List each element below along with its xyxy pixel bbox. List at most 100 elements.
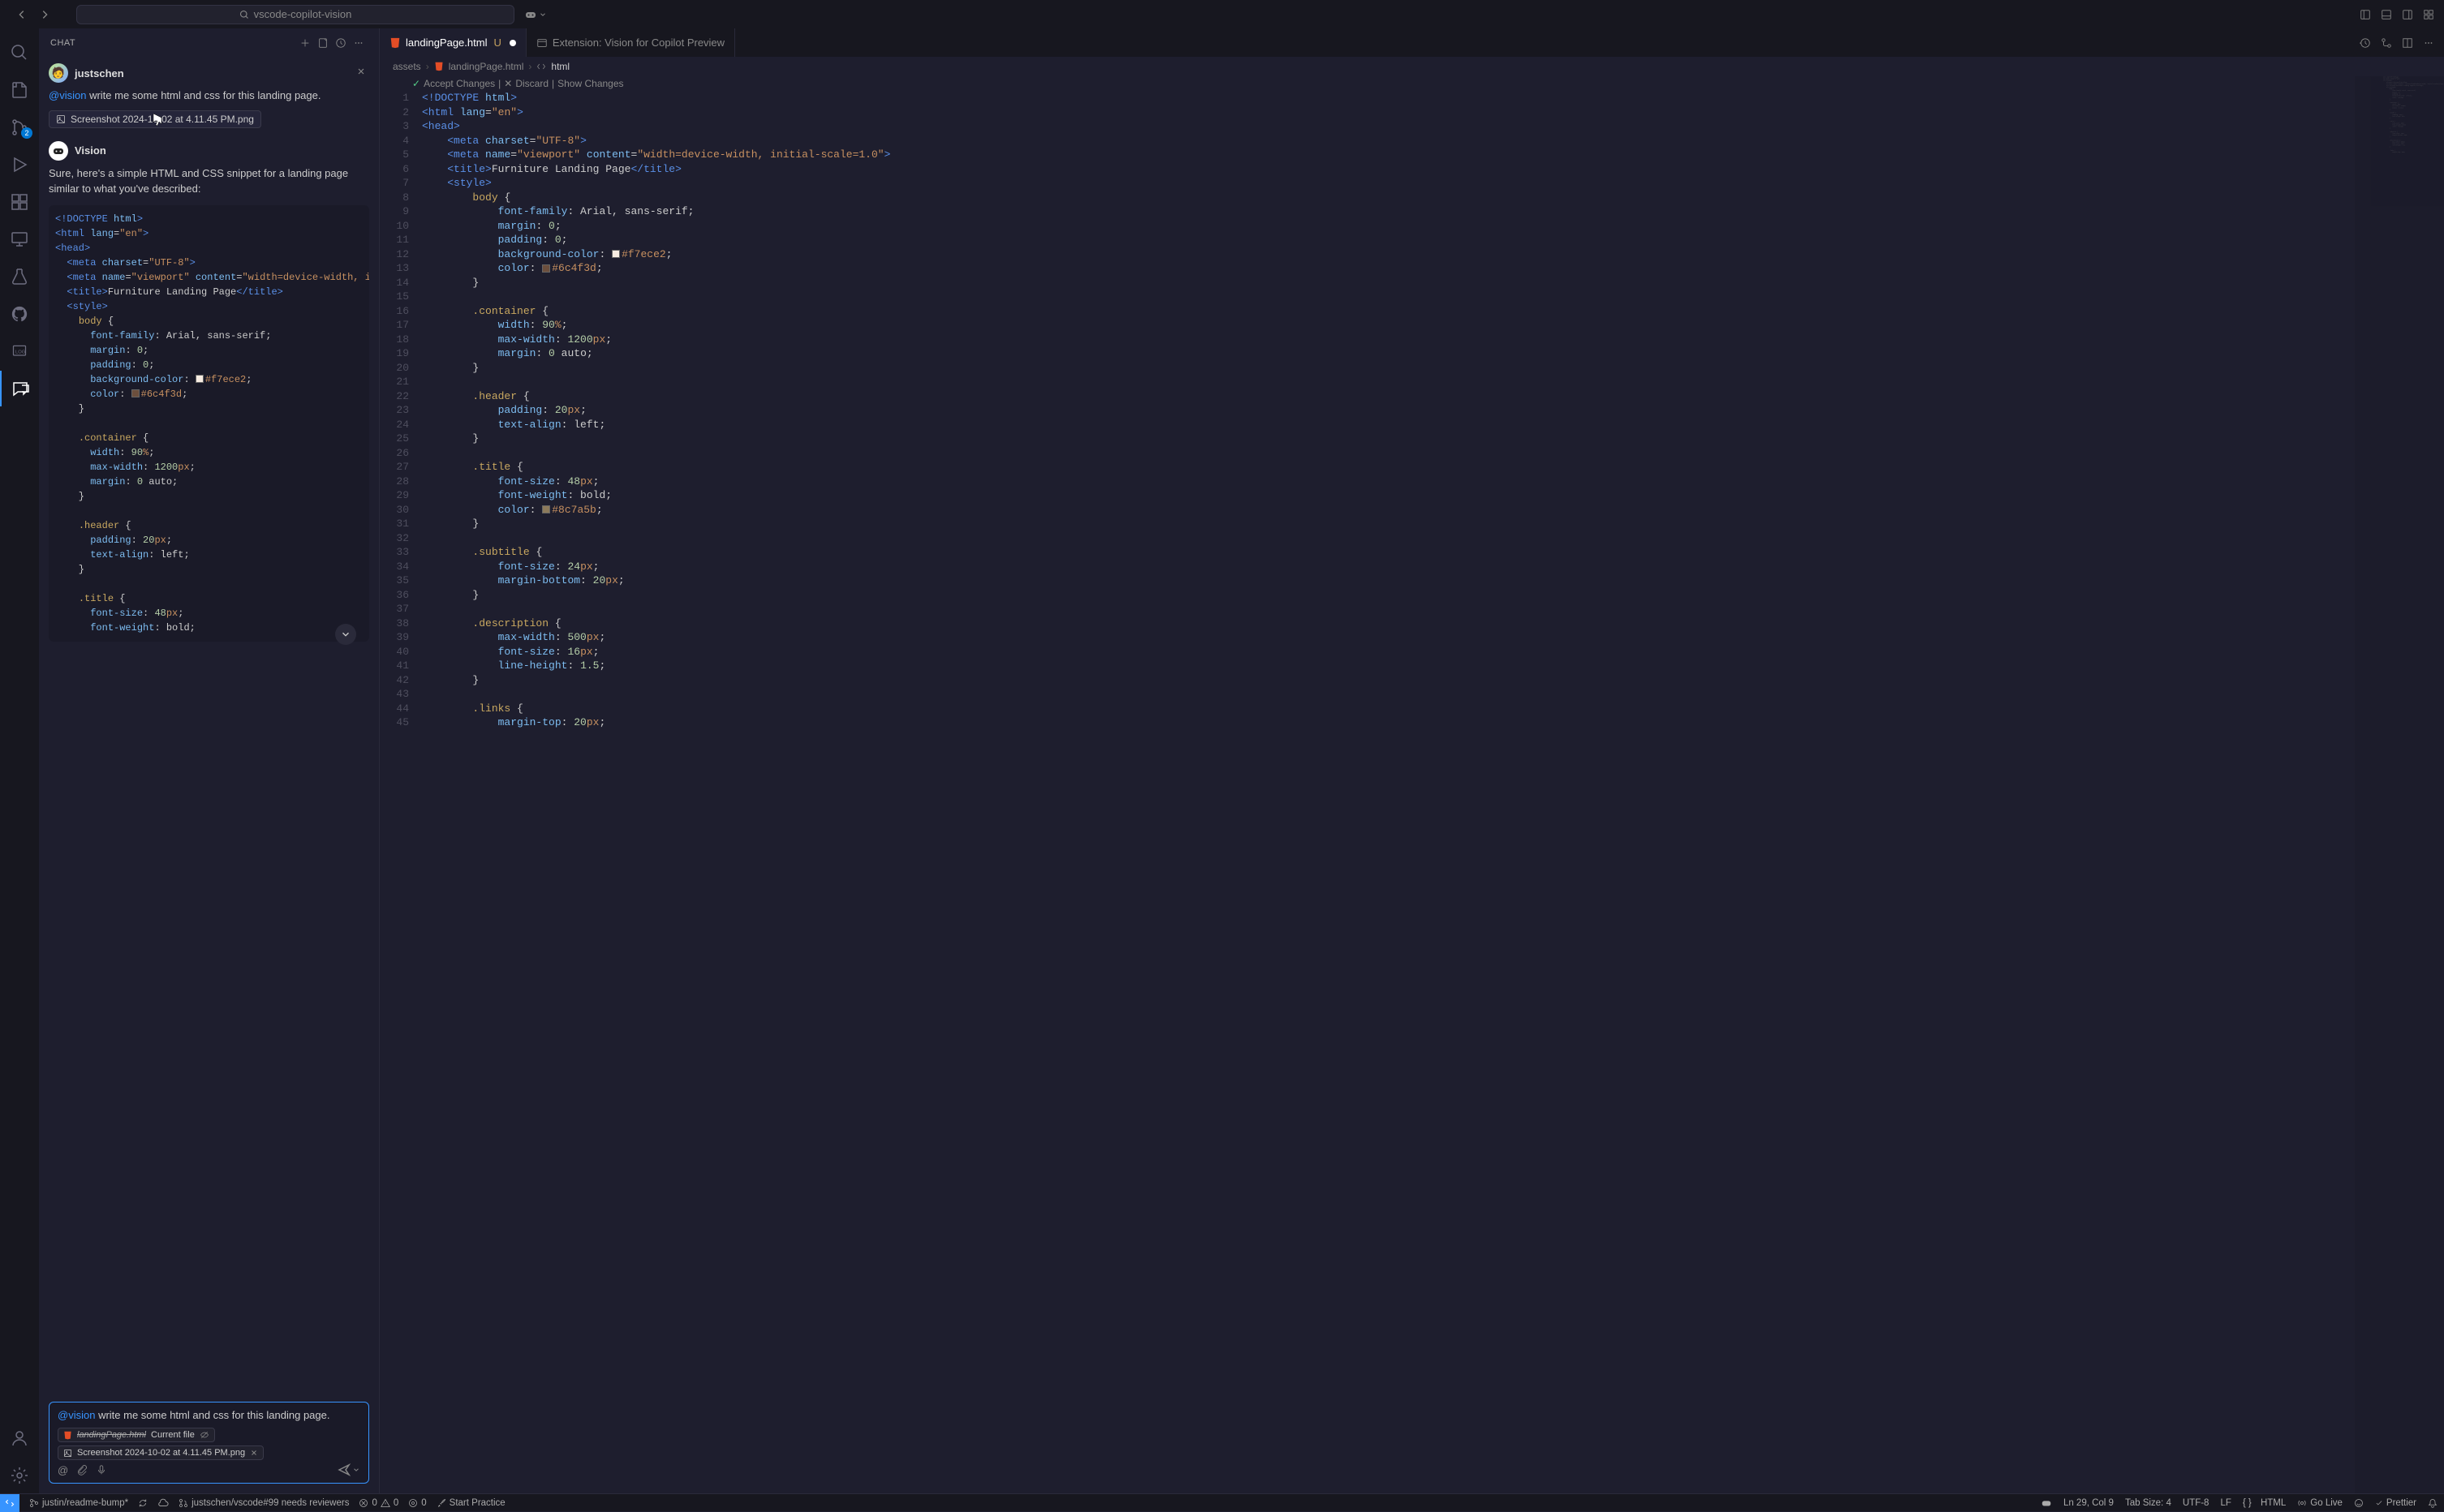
crumb[interactable]: landingPage.html: [449, 61, 524, 72]
accept-changes-button[interactable]: Accept Changes: [424, 78, 495, 89]
titlebar: vscode-copilot-vision: [0, 0, 2444, 28]
code-editor[interactable]: 1234567891011121314151617181920212223242…: [380, 91, 2444, 1493]
voice-button[interactable]: [96, 1464, 107, 1475]
image-icon: [56, 114, 66, 124]
current-file-chip[interactable]: landingPage.html Current file: [58, 1428, 215, 1442]
chat-more-button[interactable]: [350, 34, 368, 52]
chip-filename: Screenshot 2024-10-02 at 4.11.45 PM.png: [77, 1448, 245, 1458]
discard-changes-button[interactable]: Discard: [515, 78, 549, 89]
activity-accounts[interactable]: [0, 1420, 39, 1456]
status-prettier[interactable]: Prettier: [2375, 1498, 2416, 1508]
status-ports[interactable]: 0: [408, 1498, 426, 1508]
status-notifications[interactable]: [2428, 1498, 2438, 1508]
command-center-text: vscode-copilot-vision: [254, 8, 352, 20]
remove-chip-button[interactable]: [250, 1449, 258, 1457]
input-mention[interactable]: @vision: [58, 1409, 95, 1421]
status-pr[interactable]: justschen/vscode#99 needs reviewers: [179, 1498, 349, 1508]
status-eol[interactable]: LF: [2220, 1498, 2231, 1508]
check-icon: ✓: [412, 78, 420, 89]
customize-layout-button[interactable]: [2420, 6, 2438, 24]
activity-chat[interactable]: [0, 371, 39, 406]
status-encoding[interactable]: UTF-8: [2183, 1498, 2209, 1508]
compare-changes-button[interactable]: [2377, 34, 2395, 52]
user-avatar: 🧑: [49, 63, 68, 83]
status-tab-size[interactable]: Tab Size: 4: [2125, 1498, 2171, 1508]
chevron-right-icon: ›: [528, 61, 531, 72]
chat-pin-button[interactable]: [314, 34, 332, 52]
search-icon: [239, 10, 249, 19]
html5-icon: [63, 1431, 72, 1440]
status-cursor-position[interactable]: Ln 29, Col 9: [2063, 1498, 2114, 1508]
crumb[interactable]: html: [551, 61, 570, 72]
new-chat-button[interactable]: [296, 34, 314, 52]
status-language[interactable]: { } HTML: [2243, 1498, 2286, 1508]
message-author: Vision: [75, 144, 106, 157]
chip-filename: landingPage.html: [77, 1430, 146, 1440]
tab-more-button[interactable]: [2420, 34, 2438, 52]
eye-off-icon[interactable]: [200, 1430, 209, 1440]
tab-label: Extension: Vision for Copilot Preview: [553, 37, 725, 49]
chat-input[interactable]: @vision write me some html and css for t…: [49, 1402, 369, 1484]
chat-code-block[interactable]: <!DOCTYPE html> <html lang="en"> <head> …: [49, 205, 369, 642]
nav-forward-button[interactable]: [36, 6, 54, 24]
remote-indicator[interactable]: [0, 1494, 19, 1512]
close-icon: ✕: [504, 78, 512, 89]
activity-source-control[interactable]: 2: [0, 110, 39, 145]
activity-github[interactable]: [0, 296, 39, 332]
nav-back-button[interactable]: [13, 6, 31, 24]
toggle-panel-button[interactable]: [2377, 6, 2395, 24]
status-feedback[interactable]: [2354, 1498, 2364, 1508]
chat-input-text[interactable]: @vision write me some html and css for t…: [58, 1409, 360, 1421]
show-changes-button[interactable]: Show Changes: [557, 78, 623, 89]
activity-run-debug[interactable]: [0, 147, 39, 183]
status-rocket[interactable]: Start Practice: [437, 1498, 506, 1508]
status-errors[interactable]: 0 0: [359, 1498, 398, 1508]
toggle-primary-sidebar-button[interactable]: [2356, 6, 2374, 24]
code-content[interactable]: <!DOCTYPE html><html lang="en"><head> <m…: [422, 91, 2444, 1493]
message-text: @vision write me some html and css for t…: [49, 88, 369, 104]
status-sync[interactable]: [138, 1498, 148, 1508]
split-editor-button[interactable]: [2399, 34, 2416, 52]
timeline-button[interactable]: [2356, 34, 2374, 52]
inline-diff-actions: ✓ Accept Changes | ✕ Discard | Show Chan…: [380, 76, 2444, 91]
activity-explorer[interactable]: [0, 72, 39, 108]
chat-panel: CHAT 🧑 justschen @vi: [39, 28, 380, 1493]
attachment-chip[interactable]: Screenshot 2024-10-02 at 4.11.45 PM.png: [58, 1445, 264, 1460]
chat-history-button[interactable]: [332, 34, 350, 52]
status-copilot[interactable]: [2041, 1497, 2052, 1509]
scroll-down-button[interactable]: [335, 624, 356, 645]
status-branch[interactable]: justin/readme-bump*: [29, 1498, 128, 1508]
activity-output[interactable]: LOG: [0, 333, 39, 369]
mention[interactable]: @vision: [49, 89, 86, 101]
mention-button[interactable]: @: [58, 1464, 68, 1476]
tab-extension-preview[interactable]: Extension: Vision for Copilot Preview: [527, 28, 735, 57]
preview-icon: [536, 37, 548, 49]
message-attachment[interactable]: Screenshot 2024-10-02 at 4.11.45 PM.png: [49, 110, 261, 128]
send-button[interactable]: [338, 1463, 360, 1476]
chat-message-ai: Vision Sure, here's a simple HTML and CS…: [49, 141, 369, 642]
copilot-icon: [524, 8, 537, 21]
activity-settings[interactable]: [0, 1458, 39, 1493]
message-close-button[interactable]: [353, 63, 369, 79]
chat-header: CHAT: [39, 28, 379, 57]
tab-landingpage[interactable]: landingPage.html U: [380, 28, 527, 57]
line-gutter: 1234567891011121314151617181920212223242…: [380, 91, 422, 1493]
status-cloud[interactable]: [157, 1498, 169, 1508]
scm-badge: 2: [21, 127, 32, 139]
attachment-name: Screenshot 2024-10-02 at 4.11.45 PM.png: [71, 114, 254, 125]
html5-icon: [434, 62, 444, 71]
activity-extensions[interactable]: [0, 184, 39, 220]
activity-remote[interactable]: [0, 221, 39, 257]
breadcrumbs[interactable]: assets › landingPage.html › html: [380, 57, 2444, 76]
attach-button[interactable]: [76, 1464, 88, 1475]
chat-header-title: CHAT: [50, 38, 296, 48]
tab-dirty-indicator: [510, 40, 516, 46]
activity-search[interactable]: [0, 35, 39, 71]
copilot-account-dropdown[interactable]: [521, 6, 550, 23]
activity-testing[interactable]: [0, 259, 39, 294]
toggle-secondary-sidebar-button[interactable]: [2399, 6, 2416, 24]
status-golive[interactable]: Go Live: [2297, 1498, 2343, 1508]
activity-bar: 2 LOG: [0, 28, 39, 1493]
command-center[interactable]: vscode-copilot-vision: [76, 5, 514, 24]
crumb[interactable]: assets: [393, 61, 421, 72]
